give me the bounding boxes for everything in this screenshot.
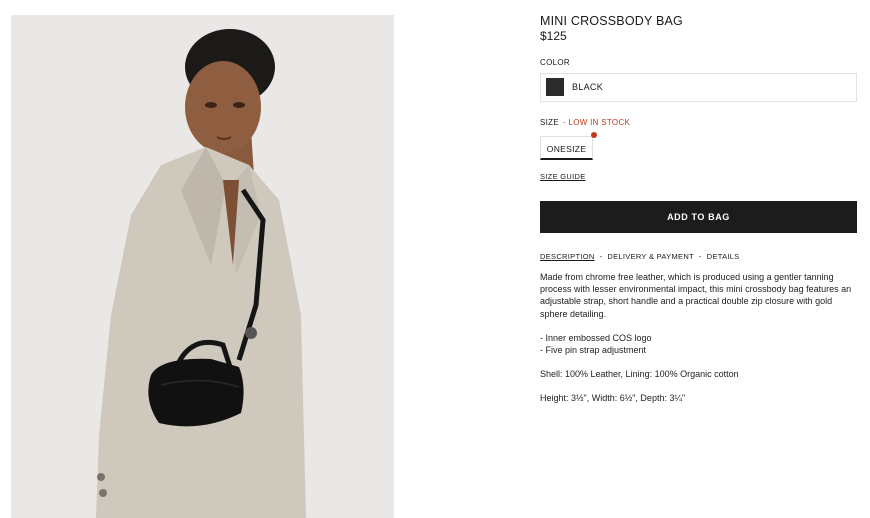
color-selector[interactable]: BLACK: [540, 73, 857, 102]
low-stock-dot-icon: [591, 132, 597, 138]
size-guide-link[interactable]: SIZE GUIDE: [540, 172, 586, 181]
color-swatch: [546, 78, 564, 96]
color-label: COLOR: [540, 58, 570, 67]
model-photo: [11, 15, 394, 518]
tab-separator: -: [599, 252, 603, 261]
description-content: Made from chrome free leather, which is …: [540, 271, 857, 405]
size-label: SIZE: [540, 118, 559, 127]
selected-color: BLACK: [572, 82, 604, 92]
description-bullet: - Five pin strap adjustment: [540, 345, 647, 356]
tab-delivery-payment[interactable]: DELIVERY & PAYMENT: [607, 252, 694, 261]
info-tabs: DESCRIPTION - DELIVERY & PAYMENT - DETAILS: [540, 252, 740, 261]
tab-separator: -: [698, 252, 702, 261]
product-image[interactable]: [11, 15, 394, 518]
size-option-onesize[interactable]: ONESIZE: [540, 136, 593, 160]
dimensions-text: Height: 3½", Width: 6½", Depth: 3¼": [540, 393, 686, 404]
tab-description[interactable]: DESCRIPTION: [540, 252, 595, 261]
add-to-bag-button[interactable]: ADD TO BAG: [540, 201, 857, 233]
tab-details[interactable]: DETAILS: [707, 252, 740, 261]
product-price: $125: [540, 29, 567, 43]
product-title: MINI CROSSBODY BAG: [540, 14, 683, 28]
composition-text: Shell: 100% Leather, Lining: 100% Organi…: [540, 369, 739, 380]
size-label-row: SIZE - LOW IN STOCK: [540, 118, 630, 127]
description-bullet: - Inner embossed COS logo: [540, 332, 652, 343]
stock-status: - LOW IN STOCK: [562, 118, 631, 127]
description-paragraph: Made from chrome free leather, which is …: [540, 272, 852, 319]
